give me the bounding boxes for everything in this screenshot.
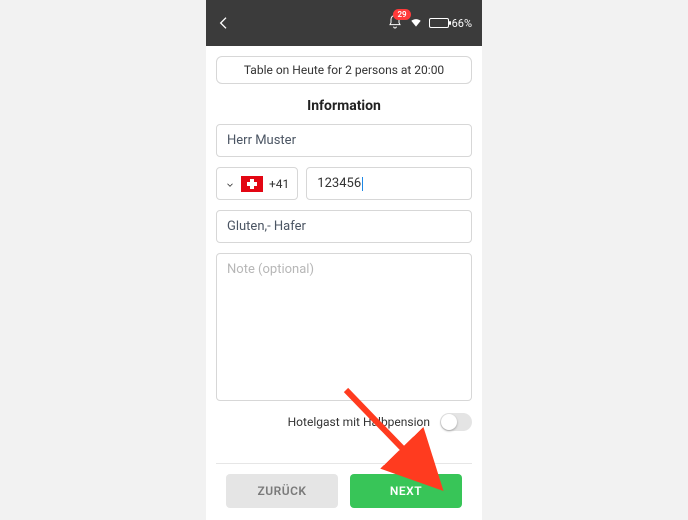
back-icon[interactable] (216, 15, 232, 31)
battery-icon (429, 18, 449, 28)
wifi-icon (409, 15, 423, 32)
notifications-button[interactable]: 29 (387, 14, 403, 33)
reservation-summary[interactable]: Table on Heute for 2 persons at 20:00 (216, 56, 472, 84)
status-bar: 29 66% (206, 0, 482, 46)
status-right: 29 66% (387, 14, 472, 33)
allergy-field[interactable]: Gluten,- Hafer (216, 210, 472, 243)
country-code-picker[interactable]: +41 (216, 167, 298, 200)
notification-badge: 29 (393, 9, 410, 20)
back-button[interactable]: ZURÜCK (226, 474, 338, 508)
country-code-text: +41 (269, 177, 289, 191)
name-field[interactable]: Herr Muster (216, 124, 472, 157)
next-button[interactable]: NEXT (350, 474, 462, 508)
battery-text: 66% (452, 17, 472, 30)
halfboard-toggle[interactable] (440, 413, 472, 431)
phone-field[interactable]: 123456 (306, 167, 472, 200)
footer: ZURÜCK NEXT (216, 463, 472, 520)
toggle-label: Hotelgast mit Halbpension (288, 415, 430, 429)
text-cursor (362, 177, 363, 191)
phone-value: 123456 (317, 176, 361, 191)
note-field[interactable]: Note (optional) (216, 253, 472, 401)
chevron-down-icon (225, 179, 235, 189)
battery-indicator: 66% (429, 17, 472, 30)
section-title: Information (216, 98, 472, 114)
phone-frame: 29 66% Table on Heute for 2 persons at 2… (206, 0, 482, 520)
form-body: Table on Heute for 2 persons at 20:00 In… (206, 46, 482, 520)
bell-icon (387, 20, 403, 33)
flag-icon (241, 176, 263, 192)
